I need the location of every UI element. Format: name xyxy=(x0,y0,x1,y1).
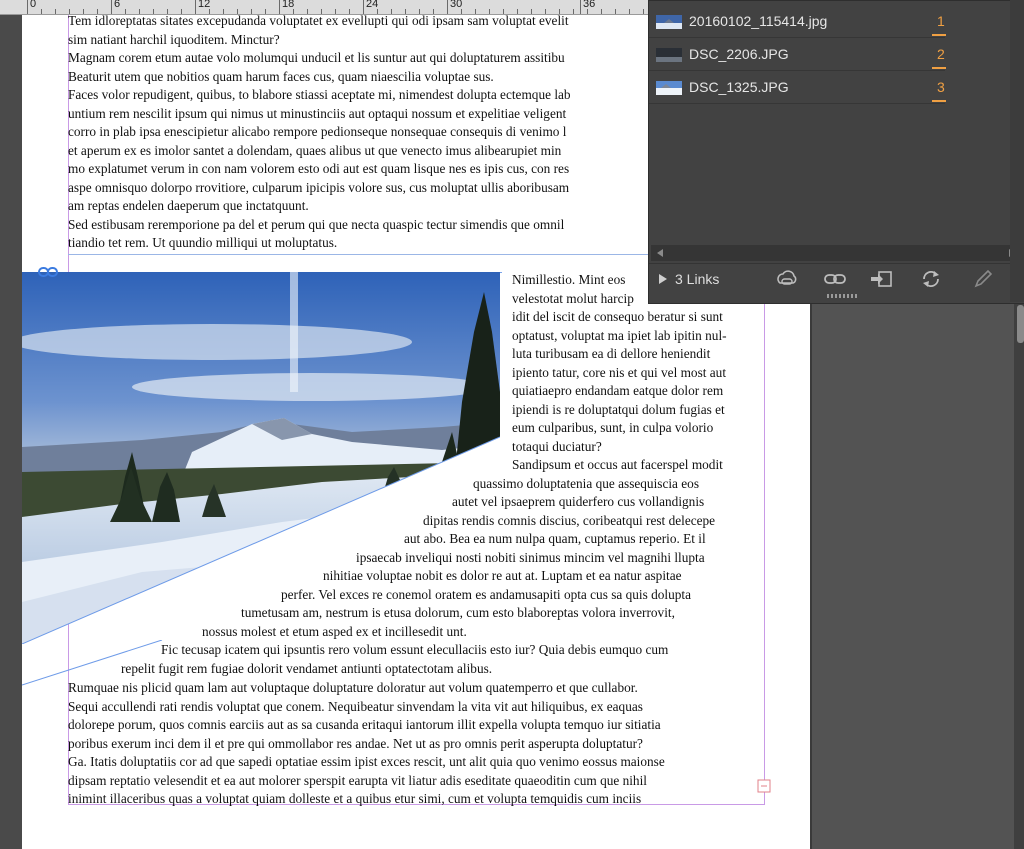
body-text-line: Nimillestio. Mint eos xyxy=(512,272,626,287)
body-text-line: aut abo. Bea ea num nulpa quam, cuptamus… xyxy=(404,531,706,546)
image-thumbnail-icon xyxy=(656,48,682,62)
body-text-line: dipitas rendis comnis discius, coribeatq… xyxy=(423,512,716,528)
body-text-line: Fic tecusap icatem qui ipsuntis rero vol… xyxy=(161,642,669,657)
body-text-line: ipsaecab inveliqui nosti nobiti sinimus … xyxy=(356,549,705,565)
right-margin-guide xyxy=(764,272,765,805)
body-text-line: corro in plab ipsa enescipietur alicabo … xyxy=(68,124,567,139)
body-text-line: Ga. Itatis doluptatiis cor ad que sapedi… xyxy=(68,754,665,769)
ruler-minor-tick xyxy=(41,9,42,14)
image-thumbnail-icon xyxy=(656,81,682,95)
body-text-line: ipiento tatur, core nis et qui vel most … xyxy=(512,364,727,380)
body-text-line: nossus molest et etum asped ex et incill… xyxy=(202,623,467,639)
link-page-number[interactable]: 2 xyxy=(937,46,945,62)
panel-dock-edge xyxy=(1010,0,1024,302)
body-text-line: poribus exerum inci dem il et pre qui om… xyxy=(68,735,643,751)
body-text-line: et aperum ex es imolor santet a dolendam… xyxy=(68,142,562,158)
row-divider xyxy=(649,37,945,38)
relink-icon[interactable] xyxy=(823,269,847,289)
body-text-line: perfer. Vel exces re conemol oratem es a… xyxy=(281,586,691,602)
link-page-number[interactable]: 3 xyxy=(937,79,945,95)
body-text-line: mo explatumet verum in con nam volorem e… xyxy=(68,161,570,176)
links-panel-footer: 3 Links xyxy=(649,263,1024,294)
vertical-scrollbar-thumb[interactable] xyxy=(1017,305,1024,343)
link-filename: 20160102_115414.jpg xyxy=(689,13,828,29)
body-text-line: dolorepe porum, quos comnis earciis aut … xyxy=(68,717,661,732)
scroll-left-arrow-icon[interactable] xyxy=(655,248,665,258)
body-text-line: nihitiae voluptae nobit es dolor re aut … xyxy=(323,568,682,583)
body-text-line: velestotat molut harcip xyxy=(512,290,634,306)
body-text-line: Beaturit utem que nobitios quam harum fa… xyxy=(68,68,494,84)
vertical-scrollbar[interactable] xyxy=(1014,300,1024,849)
relink-cc-icon[interactable] xyxy=(775,269,799,289)
ruler-minor-tick xyxy=(629,9,630,14)
body-text-line: untium rem nescilit ipsum qui nimus ut m… xyxy=(68,105,567,121)
panel-resize-grip-icon[interactable] xyxy=(827,293,859,299)
body-text-line: eum culparibus, sunt, in culpa volorio xyxy=(512,420,714,435)
body-text-line: idit del iscit de consequo beratur si su… xyxy=(512,309,723,324)
row-divider xyxy=(649,103,945,104)
link-item[interactable]: DSC_1325.JPG 3 xyxy=(649,72,946,104)
body-text-line: Sequi accullendi rati rendis voluptat qu… xyxy=(68,698,643,714)
ruler-minor-tick xyxy=(27,9,28,14)
link-filename: DSC_2206.JPG xyxy=(689,46,789,62)
update-link-icon[interactable] xyxy=(919,269,943,289)
body-text-line: Faces volor repudigent, quibus, to blabo… xyxy=(68,87,571,102)
body-text-line: aspe omnisquo dolorpo rrovitiore, culpar… xyxy=(68,179,570,195)
ruler-minor-tick xyxy=(643,9,644,14)
body-text-line: quassimo doluptatenia que assequiscia eo… xyxy=(473,475,699,491)
horizontal-scrollbar[interactable] xyxy=(651,245,1021,261)
page-underline xyxy=(932,100,946,102)
image-thumbnail-icon xyxy=(656,15,682,29)
ruler-minor-tick xyxy=(573,9,574,14)
ruler-minor-tick xyxy=(587,9,588,14)
link-item[interactable]: 20160102_115414.jpg 1 xyxy=(649,6,946,38)
ruler-label: 36 xyxy=(583,0,596,10)
body-text-line: am reptas endelen daeperum que inctatquu… xyxy=(68,198,309,213)
go-to-link-icon[interactable] xyxy=(869,269,893,289)
ruler-tick xyxy=(580,0,581,14)
ruler-minor-tick xyxy=(615,9,616,14)
body-text-line: totaqui duciatur? xyxy=(512,438,602,454)
ruler-minor-tick xyxy=(601,9,602,14)
edit-original-icon[interactable] xyxy=(971,269,995,289)
pasteboard-left xyxy=(0,15,22,849)
body-text-line: tumetusam am, nestrum is etusa dolorum, … xyxy=(241,605,675,620)
links-count-label: 3 Links xyxy=(675,271,720,287)
body-text-line: luta turibusam ea di dellore heniendit xyxy=(512,346,711,361)
row-divider xyxy=(649,70,945,71)
body-text-line: autet vel ipsaeprem quiderfero cus volla… xyxy=(452,494,705,509)
body-text-line: Rumquae nis plicid quam lam aut voluptaq… xyxy=(68,680,638,695)
body-text-line: Sandipsum et occus aut facerspel modit xyxy=(512,457,723,472)
body-text-line: Magnam corem etum autae volo molumqui un… xyxy=(68,50,565,65)
page-underline xyxy=(932,67,946,69)
text-frame-edge xyxy=(68,254,648,255)
body-text-line: dipsam reptatio velesendit et ea aut mol… xyxy=(68,772,647,788)
body-text-line: Tem idloreptatas sitates excepudanda vol… xyxy=(68,13,569,28)
links-panel[interactable]: 20160102_115414.jpg 1 DSC_2206.JPG 2 DSC… xyxy=(648,0,1024,304)
body-text-line: quiatiaepro endandam eatque dolor rem xyxy=(512,383,724,398)
link-item[interactable]: DSC_2206.JPG 2 xyxy=(649,39,946,71)
body-text-line: inimint illaceribus quas a voluptat quia… xyxy=(68,791,642,806)
link-page-number[interactable]: 1 xyxy=(937,13,945,29)
link-filename: DSC_1325.JPG xyxy=(689,79,789,95)
body-text-line: Sed estibusam reremporione pa del et per… xyxy=(68,216,565,232)
disclosure-triangle-icon[interactable] xyxy=(658,273,668,285)
body-text-line: tiandio tet rem. Ut quundio milliqui ut … xyxy=(68,235,338,250)
body-text-line: sim natiant harchil iquoditem. Minctur? xyxy=(68,31,280,47)
ruler-label: 6 xyxy=(114,0,121,10)
body-text-line: optatust, voluptat ma ipiet lab ipitin n… xyxy=(512,327,727,343)
ruler-label: 0 xyxy=(30,0,37,10)
out-port-icon[interactable] xyxy=(757,779,771,793)
page-underline xyxy=(932,34,946,36)
body-text-line: ipiendi is re doluptatqui dolum fugias e… xyxy=(512,401,725,417)
body-text-line: repelit fugit rem fugiae dolorit vendame… xyxy=(121,660,493,676)
linked-frame-chain-icon[interactable] xyxy=(38,266,58,278)
ruler-minor-tick xyxy=(55,9,56,14)
